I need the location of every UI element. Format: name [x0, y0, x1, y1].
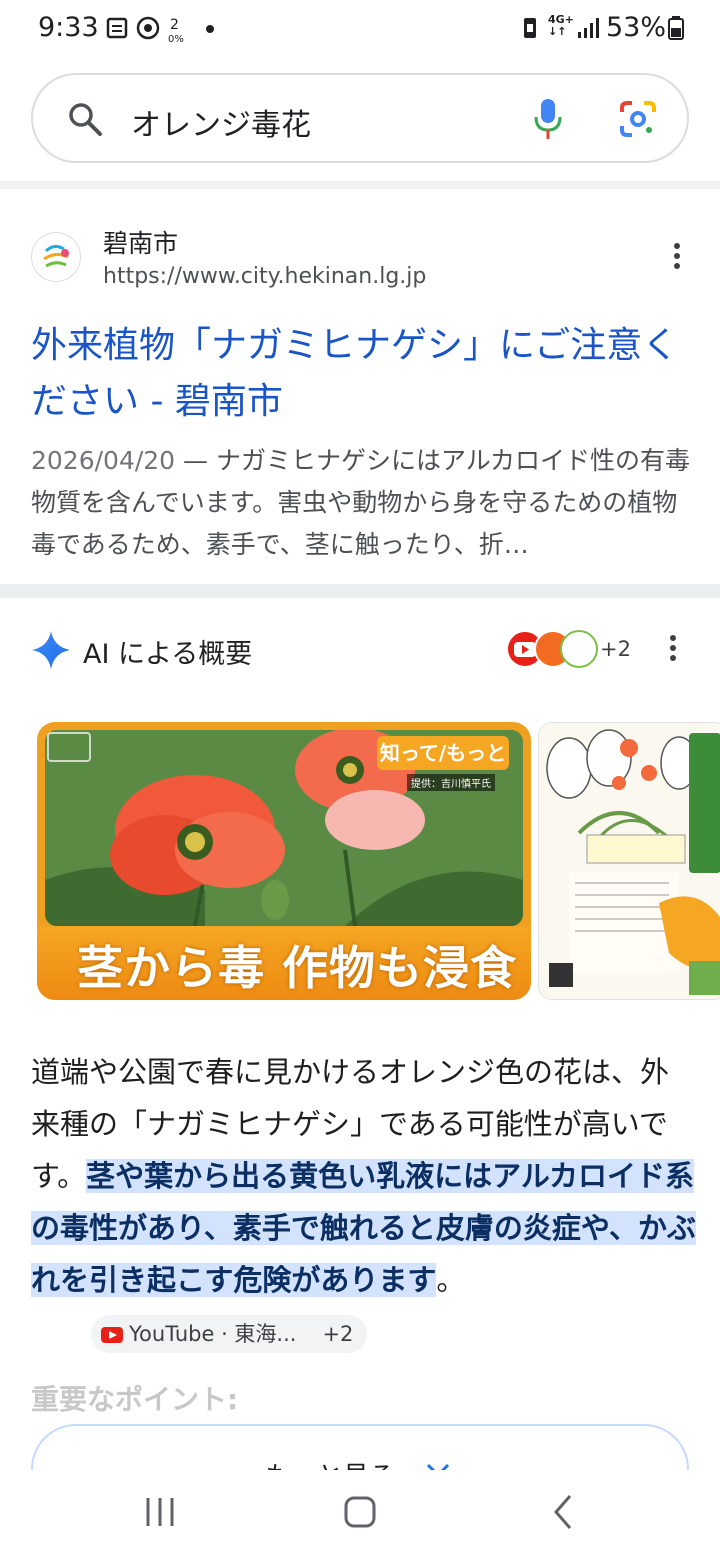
site-name[interactable]: 碧南市: [103, 224, 178, 260]
youtube-icon: [101, 1327, 123, 1343]
illustration-thumbnail[interactable]: [538, 722, 720, 1000]
source-avatar-green[interactable]: [560, 630, 598, 668]
svg-text:0%: 0%: [168, 34, 184, 44]
svg-text:2: 2: [170, 17, 179, 33]
news-badge: 知って/もっと: [377, 736, 509, 770]
battery-percent: 53%: [606, 12, 667, 43]
ai-more-options-icon[interactable]: [661, 632, 685, 672]
chrome-icon: [136, 16, 160, 40]
result-more-options-icon[interactable]: [665, 240, 689, 280]
back-icon[interactable]: [548, 1492, 578, 1532]
result-snippet: 2026/04/20 — ナガミヒナゲシにはアルカロイド性の有毒物質を含んでいま…: [31, 440, 691, 566]
source-chip[interactable]: YouTube · 東海... +2: [91, 1315, 368, 1353]
result-title-link[interactable]: 外来植物「ナガミヒナゲシ」にご注意ください - 碧南市: [31, 318, 681, 430]
source-avatars[interactable]: [506, 630, 598, 670]
recent-apps-icon[interactable]: [142, 1492, 178, 1532]
site-url[interactable]: https://www.city.hekinan.lg.jp: [103, 264, 426, 289]
home-icon[interactable]: [342, 1492, 378, 1532]
battery-icon: [668, 16, 684, 40]
source-chip-label: YouTube · 東海...: [129, 1322, 297, 1346]
source-chip-more: +2: [322, 1322, 354, 1346]
ai-body-end: 。: [436, 1263, 466, 1297]
gemini-sparkle-icon: [32, 631, 70, 669]
notification-dot-icon: [206, 25, 214, 33]
hekinan-logo-icon: [43, 244, 69, 268]
status-bar: 9:33 2 0% 4G+ ↓↑ 53%: [0, 0, 720, 60]
battery-saver-icon: [524, 18, 536, 38]
status-time: 9:33: [38, 12, 99, 43]
calendar-icon: [106, 17, 128, 39]
system-nav-bar: [0, 1470, 720, 1560]
section-divider: [0, 584, 720, 598]
data-saver-icon: 20%: [168, 17, 184, 44]
signal-icon: [578, 18, 599, 38]
source-more-count[interactable]: +2: [600, 637, 631, 661]
site-favicon[interactable]: [31, 232, 81, 282]
result-date: 2026/04/20: [31, 446, 176, 475]
search-icon[interactable]: [67, 101, 103, 137]
key-points-heading: 重要なポイント:: [31, 1383, 239, 1416]
news-thumbnail[interactable]: 知って/もっと 提供：吉川慎平氏 茎から毒 作物も浸食: [37, 722, 531, 1000]
network-type: 4G+ ↓↑: [548, 13, 574, 38]
mic-icon[interactable]: [533, 97, 563, 141]
ai-image-carousel[interactable]: 知って/もっと 提供：吉川慎平氏 茎から毒 作物も浸食: [37, 722, 720, 1000]
search-bar[interactable]: オレンジ毒花: [31, 73, 689, 163]
google-lens-icon[interactable]: [619, 100, 657, 138]
photo-credit: 提供：吉川慎平氏: [407, 774, 495, 791]
image-caption: 茎から毒 作物も浸食: [77, 941, 518, 995]
news-logo: [47, 732, 91, 762]
section-divider: [0, 181, 720, 189]
ai-overview-title: AI による概要: [83, 639, 253, 670]
ai-overview-text: 道端や公園で春に見かけるオレンジ色の花は、外来種の「ナガミヒナゲシ」である可能性…: [31, 1046, 696, 1358]
ai-body-highlight: 茎や葉から出る黄色い乳液にはアルカロイド系の毒性があり、素手で触れると皮膚の炎症…: [31, 1159, 696, 1297]
search-input[interactable]: オレンジ毒花: [131, 100, 311, 144]
